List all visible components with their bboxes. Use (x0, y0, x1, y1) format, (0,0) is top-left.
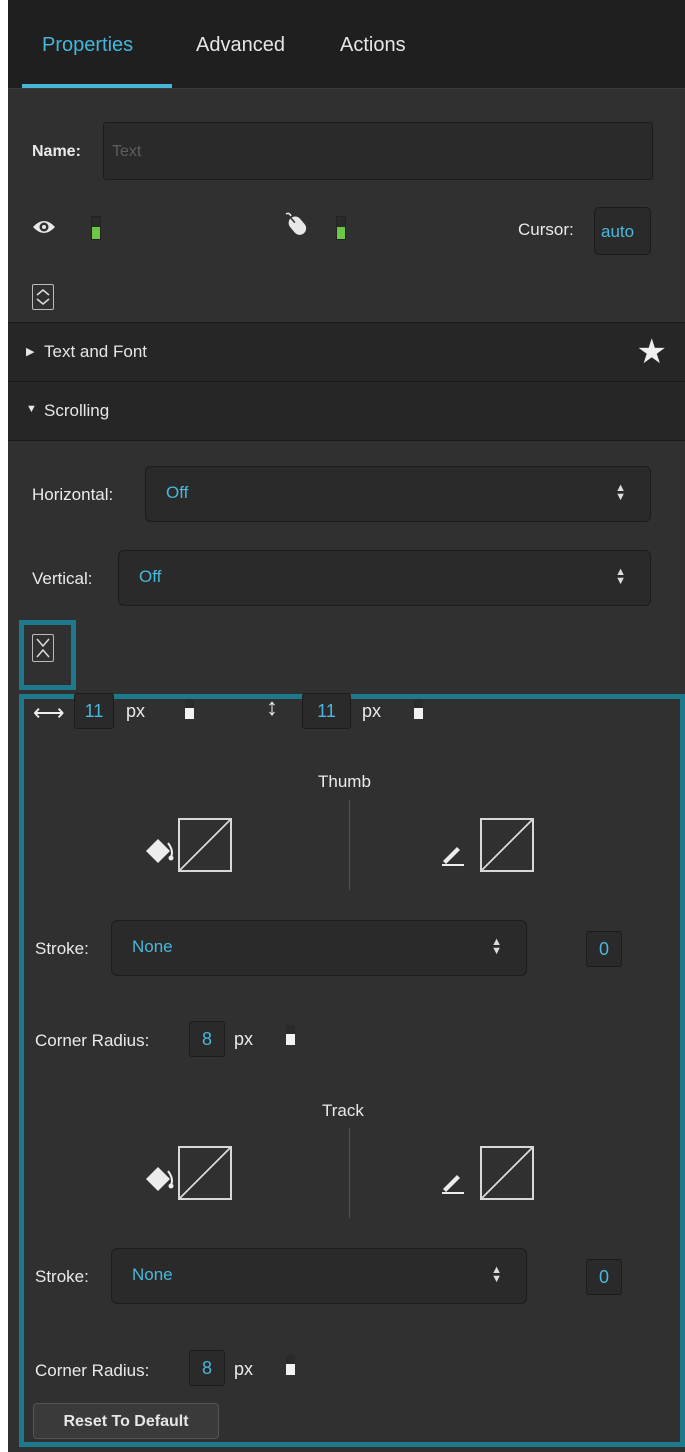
active-tab-indicator (22, 84, 172, 88)
height-unit: px (362, 701, 382, 721)
tab-advanced[interactable]: Advanced (196, 34, 285, 57)
track-stroke-width-input[interactable]: 0 (586, 1259, 622, 1295)
eye-icon (32, 219, 56, 240)
height-toggle[interactable] (414, 699, 423, 719)
section-title: Text and Font (44, 342, 148, 361)
track-title: Track (322, 1101, 364, 1120)
track-stroke-select[interactable]: None ▲ ▼ (111, 1248, 527, 1304)
width-unit: px (126, 701, 146, 721)
thumb-stroke-label: Stroke: (35, 939, 89, 958)
collapse-toggle-button[interactable] (32, 634, 54, 662)
expanded-triangle-icon: ▼ (26, 403, 37, 415)
star-icon[interactable]: ★ (637, 335, 667, 369)
select-arrows-icon: ▲ ▼ (615, 482, 626, 503)
tab-bar: Properties Advanced Actions (8, 0, 685, 89)
select-arrows-icon: ▲ ▼ (491, 1264, 502, 1285)
vertical-label: Vertical: (32, 569, 93, 588)
width-arrows-icon: ⟷ (33, 700, 65, 725)
horizontal-value: Off (166, 483, 189, 502)
name-input[interactable]: Text (103, 122, 653, 180)
thumb-corner-radius-unit: px (234, 1029, 254, 1049)
track-corner-radius-input[interactable]: 8 (189, 1350, 225, 1386)
horizontal-scroll-select[interactable]: Off ▲ ▼ (145, 466, 651, 522)
thumb-stroke-swatch[interactable] (480, 818, 534, 872)
vertical-value: Off (139, 567, 162, 586)
expand-chevrons-icon (36, 289, 50, 305)
fill-bucket-icon (144, 833, 178, 872)
select-arrows-icon: ▲ ▼ (491, 936, 502, 957)
collapse-chevrons-icon (36, 638, 50, 658)
pointer-events-toggle[interactable] (336, 216, 346, 240)
track-corner-radius-unit: px (234, 1359, 254, 1379)
section-text-and-font[interactable]: ▶ Text and Font ★ (8, 322, 685, 382)
pencil-icon (440, 841, 466, 872)
track-divider (349, 1128, 350, 1218)
cursor-select[interactable]: auto (594, 207, 651, 255)
track-stroke-value: None (132, 1265, 173, 1284)
collapsed-triangle-icon: ▶ (26, 346, 35, 358)
scrollbar-height-input[interactable]: 11 (302, 693, 351, 729)
reset-to-default-button[interactable]: Reset To Default (33, 1403, 219, 1439)
horizontal-label: Horizontal: (32, 485, 114, 504)
track-stroke-label: Stroke: (35, 1267, 89, 1286)
mouse-icon (282, 210, 312, 245)
reset-label: Reset To Default (63, 1413, 189, 1430)
section-title: Scrolling (44, 401, 110, 420)
tab-properties[interactable]: Properties (42, 34, 133, 57)
thumb-fill-swatch[interactable] (178, 818, 232, 872)
thumb-corner-radius-label: Corner Radius: (35, 1031, 150, 1050)
name-label: Name: (32, 143, 81, 160)
visibility-toggle[interactable] (91, 216, 101, 240)
vertical-scroll-select[interactable]: Off ▲ ▼ (118, 550, 651, 606)
track-stroke-swatch[interactable] (480, 1146, 534, 1200)
thumb-divider (349, 800, 350, 890)
scrollbar-settings-highlight (19, 694, 685, 1447)
pencil-icon (440, 1169, 466, 1200)
fill-bucket-icon (144, 1161, 178, 1200)
thumb-corner-radius-input[interactable]: 8 (189, 1021, 225, 1057)
properties-panel: Properties Advanced Actions Name: Text C… (8, 0, 685, 1452)
cursor-value: auto (601, 222, 635, 241)
cursor-label: Cursor: (518, 220, 574, 239)
width-toggle[interactable] (185, 699, 194, 719)
height-arrows-icon: ↕ (266, 694, 278, 721)
thumb-stroke-width-input[interactable]: 0 (586, 931, 622, 967)
track-fill-swatch[interactable] (178, 1146, 232, 1200)
thumb-stroke-select[interactable]: None ▲ ▼ (111, 920, 527, 976)
expand-toggle-button[interactable] (32, 284, 54, 310)
scrollbar-width-input[interactable]: 11 (74, 693, 114, 729)
thumb-corner-radius-toggle[interactable] (286, 1025, 295, 1045)
tab-actions[interactable]: Actions (340, 34, 406, 57)
section-scrolling[interactable]: ▼ Scrolling (8, 381, 685, 441)
thumb-stroke-value: None (132, 937, 173, 956)
thumb-title: Thumb (318, 772, 371, 791)
track-corner-radius-toggle[interactable] (286, 1355, 295, 1375)
select-arrows-icon: ▲ ▼ (615, 566, 626, 587)
track-corner-radius-label: Corner Radius: (35, 1361, 150, 1380)
name-placeholder: Text (112, 143, 142, 160)
